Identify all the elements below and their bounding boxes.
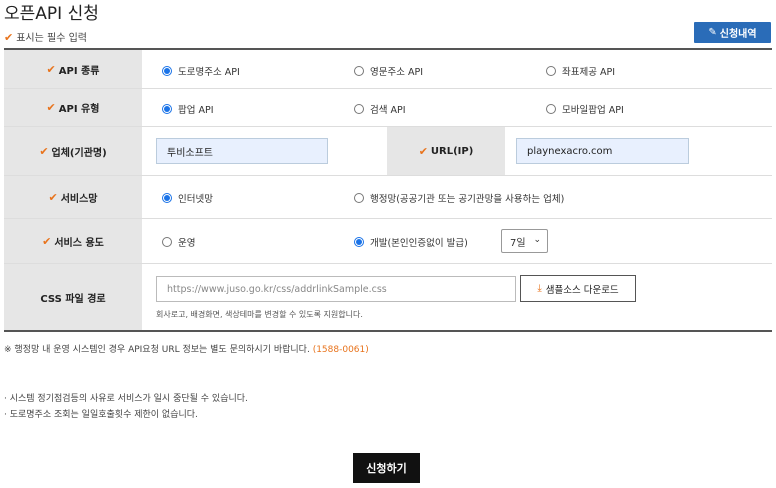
chevron-down-icon: ⌄ bbox=[533, 235, 541, 245]
notice-text: ※ 행정망 내 운영 시스템인 경우 API요청 URL 정보는 별도 문의하시… bbox=[4, 345, 310, 355]
history-button-label: 신청내역 bbox=[719, 29, 757, 40]
option-label: 운영 bbox=[178, 238, 196, 249]
row-service-net: ✔ 서비스망 인터넷망 행정망(공공기관 또는 공기관망을 사용하는 업체) bbox=[4, 176, 772, 219]
option-label: 도로명주소 API bbox=[178, 67, 240, 78]
check-icon: ✔ bbox=[42, 234, 52, 248]
label-url: ✔ URL(IP) bbox=[387, 127, 505, 175]
label-company: ✔ 업체(기관명) bbox=[4, 127, 142, 175]
period-value: 7일 bbox=[510, 237, 526, 249]
notice: ※ 행정망 내 운영 시스템인 경우 API요청 URL 정보는 별도 문의하시… bbox=[4, 342, 369, 355]
option-label: 개발(본인인증없이 발급) bbox=[370, 238, 468, 249]
option-label: 검색 API bbox=[370, 105, 406, 116]
download-icon: ⤓ bbox=[537, 283, 542, 294]
check-icon: ✔ bbox=[46, 101, 56, 114]
label-service-net: ✔ 서비스망 bbox=[4, 176, 142, 218]
required-note: ✔ 표시는 필수 입력 bbox=[4, 29, 87, 44]
option-label: 모바일팝업 API bbox=[562, 105, 624, 116]
page-title: 오픈API 신청 bbox=[4, 4, 99, 24]
label-text: 서비스 용도 bbox=[54, 237, 104, 249]
radio-icon bbox=[162, 237, 172, 247]
check-icon: ✔ bbox=[39, 144, 49, 158]
url-input[interactable]: playnexacro.com bbox=[516, 138, 689, 164]
bullet-item: · 시스템 정기점검등의 사유로 서비스가 일시 중단될 수 있습니다. bbox=[4, 394, 248, 404]
option-label: 행정망(공공기관 또는 공기관망을 사용하는 업체) bbox=[370, 194, 565, 205]
row-css-path: CSS 파일 경로 https://www.juso.go.kr/css/add… bbox=[4, 264, 772, 330]
edit-list-icon: ✎ bbox=[708, 27, 717, 38]
radio-api-type-english[interactable]: 영문주소 API bbox=[354, 64, 423, 78]
radio-admin-net[interactable]: 행정망(공공기관 또는 공기관망을 사용하는 업체) bbox=[354, 191, 564, 205]
radio-icon bbox=[354, 193, 364, 203]
check-icon: ✔ bbox=[418, 144, 428, 158]
radio-api-kind-mobile[interactable]: 모바일팝업 API bbox=[546, 102, 624, 116]
radio-api-kind-popup[interactable]: 팝업 API bbox=[162, 102, 214, 116]
label-text: CSS 파일 경로 bbox=[40, 293, 106, 305]
radio-api-type-road[interactable]: 도로명주소 API bbox=[162, 64, 240, 78]
option-label: 영문주소 API bbox=[370, 67, 424, 78]
company-input[interactable]: 투비소프트 bbox=[156, 138, 328, 164]
label-api-type: ✔ API 종류 bbox=[4, 50, 142, 88]
css-path-input[interactable]: https://www.juso.go.kr/css/addrlinkSampl… bbox=[156, 276, 516, 302]
radio-selected-icon bbox=[162, 104, 172, 114]
history-button[interactable]: ✎ 신청내역 bbox=[694, 22, 771, 43]
submit-button[interactable]: 신청하기 bbox=[353, 453, 420, 483]
radio-api-kind-search[interactable]: 검색 API bbox=[354, 102, 406, 116]
row-api-type: ✔ API 종류 도로명주소 API 영문주소 API 좌표제공 API bbox=[4, 50, 772, 89]
check-icon: ✔ bbox=[46, 62, 56, 76]
label-usage: ✔ 서비스 용도 bbox=[4, 219, 142, 263]
radio-internet-net[interactable]: 인터넷망 bbox=[162, 191, 213, 205]
option-label: 팝업 API bbox=[178, 105, 214, 116]
period-select[interactable]: 7일 ⌄ bbox=[501, 229, 548, 253]
label-text: URL(IP) bbox=[430, 145, 474, 157]
radio-icon bbox=[354, 66, 364, 76]
label-api-kind: ✔ API 유형 bbox=[4, 89, 142, 126]
required-note-text: 표시는 필수 입력 bbox=[16, 33, 87, 44]
radio-usage-production[interactable]: 운영 bbox=[162, 235, 195, 249]
radio-selected-icon bbox=[162, 193, 172, 203]
row-api-kind: ✔ API 유형 팝업 API 검색 API 모바일팝업 API bbox=[4, 89, 772, 127]
application-form: ✔ API 종류 도로명주소 API 영문주소 API 좌표제공 API ✔ API… bbox=[4, 48, 772, 332]
check-icon: ✔ bbox=[4, 31, 14, 44]
row-company-url: ✔ 업체(기관명) 투비소프트 ✔ URL(IP) playnexacro.com bbox=[4, 127, 772, 176]
label-text: API 유형 bbox=[58, 104, 100, 115]
bullet-item: · 도로명주소 조회는 일일호출횟수 제한이 없습니다. bbox=[4, 410, 198, 420]
option-label: 좌표제공 API bbox=[562, 67, 616, 78]
sample-download-button[interactable]: ⤓ 샘플소스 다운로드 bbox=[520, 275, 636, 302]
check-icon: ✔ bbox=[48, 190, 58, 204]
radio-icon bbox=[546, 104, 556, 114]
radio-icon bbox=[546, 66, 556, 76]
download-button-label: 샘플소스 다운로드 bbox=[545, 284, 619, 296]
row-usage: ✔ 서비스 용도 운영 개발(본인인증없이 발급) 7일 ⌄ bbox=[4, 219, 772, 264]
radio-selected-icon bbox=[162, 66, 172, 76]
radio-icon bbox=[354, 104, 364, 114]
label-text: 서비스망 bbox=[60, 193, 98, 205]
css-path-help: 회사로고, 배경화면, 색상테마를 변경할 수 있도록 지원합니다. bbox=[156, 310, 363, 319]
notice-phone: (1588-0061) bbox=[312, 345, 369, 355]
radio-usage-development[interactable]: 개발(본인인증없이 발급) bbox=[354, 235, 468, 249]
label-css-path: CSS 파일 경로 bbox=[4, 264, 142, 330]
label-text: API 종류 bbox=[58, 65, 100, 77]
radio-selected-icon bbox=[354, 237, 364, 247]
radio-api-type-coord[interactable]: 좌표제공 API bbox=[546, 64, 615, 78]
option-label: 인터넷망 bbox=[178, 194, 213, 205]
label-text: 업체(기관명) bbox=[51, 147, 107, 159]
